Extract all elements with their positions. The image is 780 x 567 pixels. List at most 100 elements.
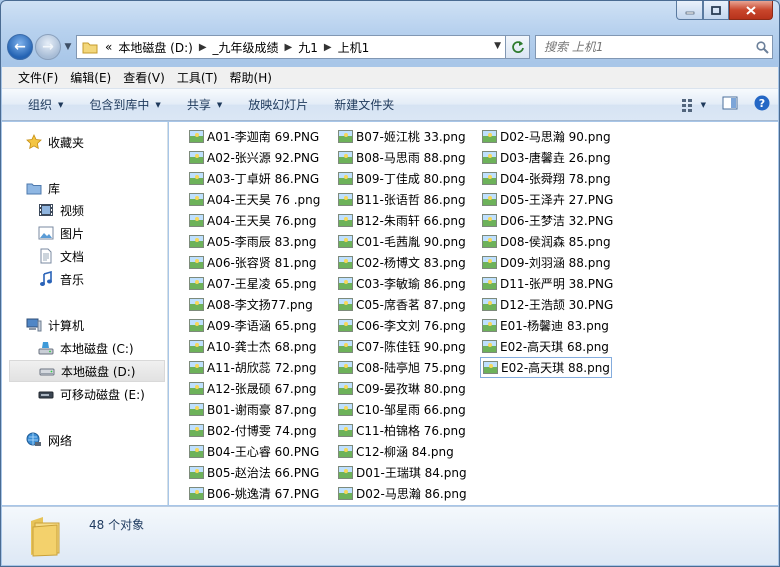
change-view-button[interactable]: ▼ [681, 98, 706, 112]
nav-music[interactable]: 音乐 [2, 268, 167, 290]
nav-videos[interactable]: 视频 [2, 199, 167, 221]
file-item[interactable]: C07-陈佳钰 90.png [336, 336, 484, 357]
file-item[interactable]: C05-席香茗 87.png [336, 294, 484, 315]
breadcrumb-grade-scores[interactable]: _九年级成绩 [210, 36, 282, 58]
file-item[interactable]: B01-谢雨豪 87.png [187, 399, 335, 420]
nav-favorites[interactable]: 收藏夹 [2, 131, 167, 153]
file-list: A01-李迦南 69.PNG A02-张兴源 92.PNG A03-丁卓妍 86.P… [169, 122, 778, 505]
file-item[interactable]: B11-张语哲 86.png [336, 189, 484, 210]
file-item[interactable]: B02-付博雯 74.png [187, 420, 335, 441]
file-item[interactable]: B07-姬江桃 33.png [336, 126, 484, 147]
file-item[interactable]: A10-龚士杰 68.png [187, 336, 335, 357]
image-file-icon [338, 382, 353, 395]
breadcrumb-current[interactable]: 上机1 [335, 36, 373, 58]
file-item[interactable]: A09-李语涵 65.png [187, 315, 335, 336]
menu-help[interactable]: 帮助(H) [224, 68, 278, 88]
image-file-icon [189, 277, 204, 290]
file-item[interactable]: B04-王心睿 60.PNG [187, 441, 335, 462]
file-item[interactable]: C10-邹星雨 66.png [336, 399, 484, 420]
recent-pages-dropdown[interactable]: ▼ [62, 42, 74, 52]
breadcrumb-overflow[interactable]: « [102, 36, 115, 58]
file-item[interactable]: D02-马思瀚 90.png [480, 126, 628, 147]
file-item[interactable]: A11-胡欣蕊 72.png [187, 357, 335, 378]
menu-file[interactable]: 文件(F) [12, 68, 64, 88]
nav-drive-d[interactable]: 本地磁盘 (D:) [9, 360, 165, 382]
file-item[interactable]: A07-王星凌 65.png [187, 273, 335, 294]
slideshow-button[interactable]: 放映幻灯片 [240, 93, 316, 117]
file-item[interactable]: A04-王天昊 76 .png [187, 189, 335, 210]
file-item[interactable]: C02-杨博文 83.png [336, 252, 484, 273]
file-item[interactable]: B05-赵治法 66.PNG [187, 462, 335, 483]
file-item[interactable]: C06-李文刘 76.png [336, 315, 484, 336]
nav-computer[interactable]: 计算机 [2, 314, 167, 336]
menu-view[interactable]: 查看(V) [117, 68, 171, 88]
file-item[interactable]: E02-高天琪 88.png [480, 357, 612, 378]
new-folder-button[interactable]: 新建文件夹 [326, 93, 402, 117]
file-item[interactable]: D01-王瑞琪 84.png [336, 462, 484, 483]
file-item[interactable]: D06-王梦洁 32.PNG [480, 210, 628, 231]
file-item[interactable]: D09-刘羽涵 88.png [480, 252, 628, 273]
file-item[interactable]: D12-王浩颉 30.PNG [480, 294, 628, 315]
chevron-right-icon[interactable]: ▶ [321, 42, 335, 53]
share-button[interactable]: 共享 ▼ [179, 93, 230, 117]
nav-drive-c[interactable]: 本地磁盘 (C:) [2, 337, 167, 359]
file-item[interactable]: C08-陆亭旭 75.png [336, 357, 484, 378]
search-box[interactable] [535, 35, 773, 59]
nav-network[interactable]: 网络 [2, 429, 167, 451]
back-button[interactable]: ← [7, 34, 33, 60]
file-item[interactable]: C01-毛茜胤 90.png [336, 231, 484, 252]
refresh-button[interactable] [506, 35, 530, 59]
file-item[interactable]: B12-朱雨轩 66.png [336, 210, 484, 231]
chevron-right-icon[interactable]: ▶ [282, 42, 296, 53]
file-item[interactable]: D08-侯润森 85.png [480, 231, 628, 252]
file-item[interactable]: B06-姚逸清 67.PNG [187, 483, 335, 504]
nav-libraries[interactable]: 库 [2, 177, 167, 199]
search-icon[interactable] [752, 40, 772, 54]
image-file-icon [338, 466, 353, 479]
file-item[interactable]: A12-张晟硕 67.png [187, 378, 335, 399]
preview-pane-button[interactable] [722, 96, 738, 113]
organize-button[interactable]: 组织 ▼ [20, 93, 71, 117]
maximize-button[interactable] [703, 1, 729, 20]
address-bar[interactable]: « 本地磁盘 (D:) ▶ _九年级成绩 ▶ 九1 ▶ 上机1 ▼ [76, 35, 506, 59]
nav-pictures[interactable]: 图片 [2, 222, 167, 244]
file-item[interactable]: D05-王泽卉 27.PNG [480, 189, 628, 210]
chevron-down-icon[interactable]: ▼ [494, 41, 501, 51]
file-item[interactable]: A02-张兴源 92.PNG [187, 147, 335, 168]
file-item[interactable]: D02-马思瀚 86.png [336, 483, 484, 504]
search-input[interactable] [536, 40, 752, 54]
minimize-button[interactable] [676, 1, 703, 20]
file-item[interactable]: A04-王天昊 76.png [187, 210, 335, 231]
help-button[interactable]: ? [754, 95, 770, 114]
file-item[interactable]: B09-丁佳成 80.png [336, 168, 484, 189]
forward-button[interactable]: → [35, 34, 61, 60]
include-in-library-button[interactable]: 包含到库中 ▼ [81, 93, 168, 117]
file-item[interactable]: A01-李迦南 69.PNG [187, 126, 335, 147]
close-button[interactable] [729, 1, 773, 20]
menu-edit[interactable]: 编辑(E) [64, 68, 117, 88]
file-item[interactable]: D04-张舜翔 78.png [480, 168, 628, 189]
file-item[interactable]: D11-张严明 38.PNG [480, 273, 628, 294]
file-item[interactable]: A06-张容贤 81.png [187, 252, 335, 273]
breadcrumb-drive-d[interactable]: 本地磁盘 (D:) [115, 36, 195, 58]
document-icon [38, 248, 54, 264]
file-name: C03-李敏瑜 86.png [356, 277, 466, 291]
file-item[interactable]: B08-马思雨 88.png [336, 147, 484, 168]
file-item[interactable]: C03-李敏瑜 86.png [336, 273, 484, 294]
file-item[interactable]: E01-杨馨迪 83.png [480, 315, 628, 336]
file-item[interactable]: D03-唐馨垚 26.png [480, 147, 628, 168]
file-item[interactable]: C12-柳涵 84.png [336, 441, 484, 462]
chevron-right-icon[interactable]: ▶ [196, 42, 210, 53]
image-file-icon [189, 403, 204, 416]
file-item[interactable]: A03-丁卓妍 86.PNG [187, 168, 335, 189]
network-icon [26, 432, 42, 448]
file-item[interactable]: C11-柏锦格 76.png [336, 420, 484, 441]
nav-drive-e[interactable]: 可移动磁盘 (E:) [2, 383, 167, 405]
nav-documents[interactable]: 文档 [2, 245, 167, 267]
file-item[interactable]: A05-李雨辰 83.png [187, 231, 335, 252]
file-item[interactable]: C09-晏孜琳 80.png [336, 378, 484, 399]
breadcrumb-class[interactable]: 九1 [295, 36, 321, 58]
file-item[interactable]: E02-高天琪 68.png [480, 336, 628, 357]
menu-tools[interactable]: 工具(T) [171, 68, 224, 88]
file-item[interactable]: A08-李文扬77.png [187, 294, 335, 315]
